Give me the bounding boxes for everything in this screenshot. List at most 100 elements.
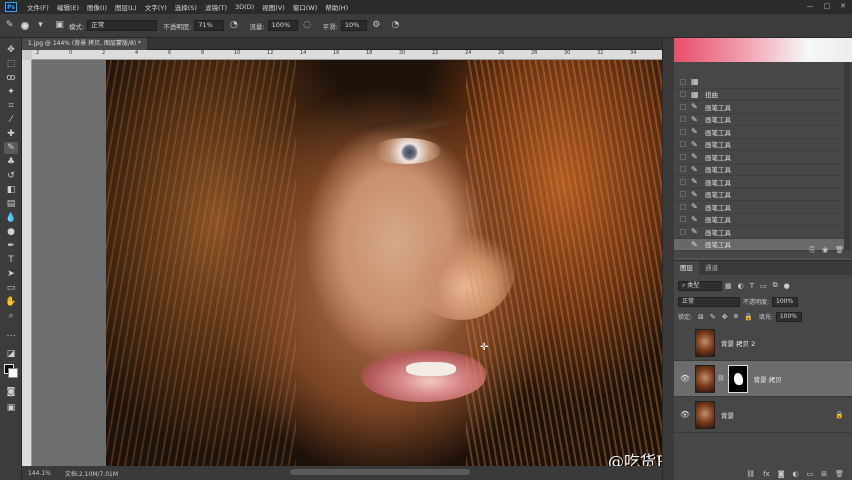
move-tool-icon[interactable]: ✥ <box>4 44 18 56</box>
history-item[interactable]: ▦ 扭曲 <box>674 89 846 101</box>
menu-edit[interactable]: 编辑(E) <box>53 2 83 12</box>
tab-layers[interactable]: 图层 <box>674 261 699 275</box>
history-brush-source-checkbox[interactable] <box>680 128 686 135</box>
history-brush-source-checkbox[interactable] <box>680 116 686 123</box>
smart-object-filter-icon[interactable]: ⧉ <box>773 281 778 290</box>
filter-toggle-icon[interactable]: ● <box>784 282 790 290</box>
history-item[interactable]: ✎ 画笔工具 <box>674 164 846 176</box>
history-item[interactable]: ✎ 画笔工具 <box>674 176 846 189</box>
history-brush-source-checkbox[interactable] <box>680 103 686 110</box>
brush-size-preview[interactable] <box>21 21 29 30</box>
layer-name[interactable]: 背景 拷贝 2 <box>721 338 755 348</box>
lock-transparent-icon[interactable]: ⊠ <box>698 313 704 321</box>
delete-layer-icon[interactable]: 🗑 <box>835 470 844 478</box>
shape-filter-icon[interactable]: ▭ <box>760 282 767 290</box>
history-brush-source-checkbox[interactable] <box>680 153 686 160</box>
menu-window[interactable]: 窗口(W) <box>289 2 322 12</box>
layer-style-icon[interactable]: fx <box>763 470 770 478</box>
horizontal-scrollbar[interactable] <box>290 469 470 475</box>
layer-thumbnail[interactable] <box>695 328 715 357</box>
history-brush-source-checkbox[interactable] <box>680 178 686 185</box>
default-colors-icon[interactable]: ◪ <box>4 348 18 360</box>
layer-thumbnail[interactable] <box>695 364 715 393</box>
lock-artboard-icon[interactable]: ⧈ <box>734 312 738 321</box>
type-filter-icon[interactable]: T <box>750 282 754 290</box>
vertical-ruler[interactable] <box>22 60 32 466</box>
clone-stamp-tool-icon[interactable]: ♣ <box>4 156 18 168</box>
dodge-tool-icon[interactable]: ● <box>4 226 18 238</box>
gradient-tool-icon[interactable]: ▤ <box>4 198 18 210</box>
fill-input[interactable]: 100% <box>775 311 802 322</box>
zoom-tool-icon[interactable]: ⌕ <box>4 310 18 322</box>
pressure-opacity-icon[interactable]: ◔ <box>228 20 239 31</box>
mask-link-icon[interactable]: ⛓ <box>717 375 725 382</box>
document-image[interactable]: ✛ @吃货PS教程 <box>106 60 662 466</box>
history-brush-source-checkbox[interactable] <box>680 228 686 235</box>
new-group-icon[interactable]: ▭ <box>807 470 814 478</box>
layer-mask-thumbnail[interactable] <box>727 364 748 393</box>
menu-layer[interactable]: 图层(L) <box>111 2 141 12</box>
history-scrollbar[interactable] <box>844 62 850 250</box>
menu-type[interactable]: 文字(Y) <box>141 2 171 12</box>
history-item[interactable]: ✎ 画笔工具 <box>674 151 846 164</box>
crop-tool-icon[interactable]: ⌗ <box>4 100 18 112</box>
menu-file[interactable]: 文件(F) <box>23 2 53 12</box>
blur-tool-icon[interactable]: 💧 <box>4 212 18 224</box>
history-brush-source-checkbox[interactable] <box>680 203 686 210</box>
history-item[interactable]: ▦ <box>674 76 846 89</box>
brush-settings-icon[interactable]: ▣ <box>54 20 65 31</box>
delete-state-icon[interactable]: 🗑 <box>835 246 844 258</box>
layer-opacity-input[interactable]: 100% <box>772 296 799 307</box>
close-button[interactable]: ✕ <box>840 2 846 10</box>
history-item[interactable]: ✎ 画笔工具 <box>674 201 846 214</box>
minimize-button[interactable]: — <box>807 2 814 10</box>
brush-tool-icon[interactable]: ✎ <box>4 142 18 154</box>
visibility-eye-icon[interactable]: 👁 <box>679 374 691 383</box>
menu-select[interactable]: 选择(S) <box>171 2 201 12</box>
history-brush-source-checkbox[interactable] <box>680 91 686 98</box>
healing-brush-tool-icon[interactable]: ✚ <box>4 128 18 140</box>
menu-3d[interactable]: 3D(D) <box>231 3 258 11</box>
mode-select[interactable]: 正常 <box>87 20 158 31</box>
history-item[interactable]: ✎ 画笔工具 <box>674 114 846 126</box>
history-brush-source-checkbox[interactable] <box>680 166 686 173</box>
lock-pixels-icon[interactable]: ✎ <box>710 313 716 321</box>
quick-selection-tool-icon[interactable]: ✦ <box>4 86 18 98</box>
quick-mask-icon[interactable]: ◙ <box>4 386 18 398</box>
add-mask-icon[interactable]: ◙ <box>778 470 785 478</box>
link-layers-icon[interactable]: ⛓ <box>746 470 755 478</box>
visibility-eye-icon[interactable]: 👁 <box>679 410 691 419</box>
history-brush-source-checkbox[interactable] <box>680 191 686 198</box>
tab-channels[interactable]: 通道 <box>699 261 724 275</box>
lock-position-icon[interactable]: ✥ <box>722 313 728 321</box>
horizontal-ruler[interactable]: 2 0 2 4 6 8 10 12 14 16 18 20 22 24 26 28 30 32 34 <box>32 50 662 60</box>
hand-tool-icon[interactable]: ✋ <box>4 296 18 308</box>
document-tab[interactable]: 1.jpg @ 144% (背景 拷贝, 图层蒙版/8) * <box>22 38 148 50</box>
history-item[interactable]: ✎ 画笔工具 <box>674 126 846 139</box>
pressure-size-icon[interactable]: ◔ <box>390 20 401 31</box>
layer-filter-select[interactable]: ⌕ 类型 <box>678 280 722 291</box>
history-item[interactable]: ✎ 画笔工具 <box>674 139 846 151</box>
lasso-tool-icon[interactable]: ꝏ <box>4 72 18 84</box>
layer-name[interactable]: 背景 <box>721 410 734 420</box>
history-item[interactable]: ✎ 画笔工具 <box>674 101 846 114</box>
more-tools-icon[interactable]: … <box>4 328 18 340</box>
menu-filter[interactable]: 滤镜(T) <box>201 2 231 12</box>
shape-tool-icon[interactable]: ▭ <box>4 282 18 294</box>
smoothing-input[interactable]: 10% <box>340 20 367 31</box>
history-item[interactable]: ✎ 画笔工具 <box>674 214 846 226</box>
history-item[interactable]: ✎ 画笔工具 <box>674 226 846 239</box>
menu-image[interactable]: 图像(I) <box>83 2 111 12</box>
adjustment-filter-icon[interactable]: ◐ <box>738 282 744 290</box>
menu-help[interactable]: 帮助(H) <box>321 2 352 12</box>
opacity-input[interactable]: 71% <box>194 20 225 31</box>
history-brush-tool-icon[interactable]: ↺ <box>4 170 18 182</box>
maximize-button[interactable]: □ <box>824 2 831 10</box>
lock-all-icon[interactable]: 🔒 <box>744 313 753 321</box>
gear-icon[interactable]: ⚙ <box>371 20 382 31</box>
marquee-tool-icon[interactable]: ⬚ <box>4 58 18 70</box>
flow-input[interactable]: 100% <box>267 20 298 31</box>
ruler-origin[interactable] <box>22 50 32 60</box>
new-document-from-state-icon[interactable]: ⎘ <box>809 246 815 258</box>
new-layer-icon[interactable]: ⊞ <box>821 470 827 478</box>
